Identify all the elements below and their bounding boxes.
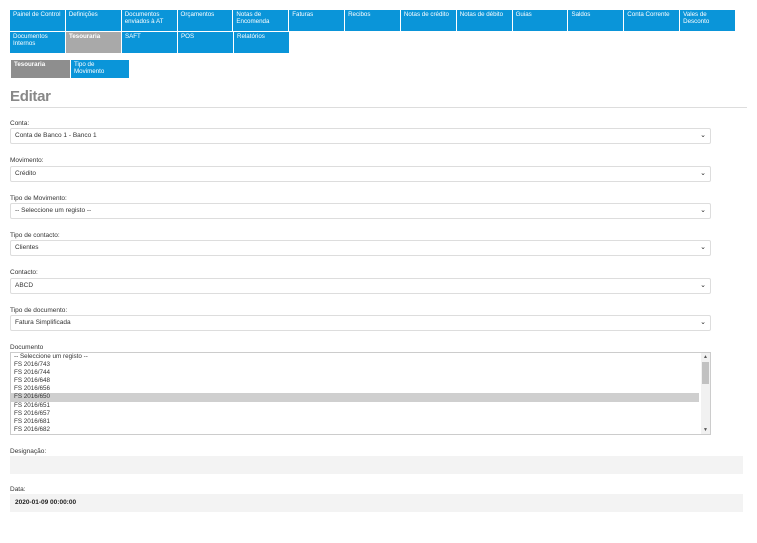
documento-option[interactable]: FS 2016/656 [11,385,699,393]
nav-item-painel-de-control[interactable]: Painel de Control [10,10,65,31]
nav-item-saft[interactable]: SAFT [122,32,177,53]
data-field: 2020-01-09 00:00:00 [10,494,743,512]
tipo-documento-select[interactable]: Fatura Simplificada ⌄ [10,315,711,331]
tipo-movimento-value: -- Seleccione um registo -- [15,207,92,214]
contacto-select[interactable]: ABCD ⌄ [10,278,711,294]
tipo-contacto-select[interactable]: Clientes ⌄ [10,240,711,256]
tipo-movimento-select[interactable]: -- Seleccione um registo -- ⌄ [10,203,711,219]
designacao-field [10,456,743,474]
documento-option[interactable]: FS 2016/681 [11,418,699,426]
subnav-tipo-de-movimento[interactable]: Tipo de Movimento [71,60,129,78]
nav-item-documentos-enviados-at[interactable]: Documentos enviados à AT [121,10,177,31]
nav-item-pos[interactable]: POS [178,32,233,53]
nav-item-notas-de-encomenda[interactable]: Notas de Encomenda [233,10,289,31]
scroll-down-arrow-icon[interactable]: ▼ [701,426,710,434]
documento-option[interactable]: FS 2016/682 [11,426,699,434]
chevron-down-icon: ⌄ [700,282,706,289]
documento-option[interactable]: -- Seleccione um registo -- [11,353,699,361]
movimento-value: Crédito [15,170,36,177]
chevron-down-icon: ⌄ [700,132,706,139]
main-navigation: Painel de Control Definições Documentos en… [10,10,736,54]
nav-item-or-amentos[interactable]: Orçamentos [177,10,233,31]
nav-item-notas-de-d-bito[interactable]: Notas de débito [456,10,512,31]
nav-row-2: Documentos Internos Tesouraria SAFT POS Rela… [10,32,736,54]
documento-option[interactable]: FS 2016/657 [11,410,699,418]
documento-option[interactable]: FS 2016/743 [11,361,699,369]
sub-navigation: Tesouraria Tipo de Movimento [11,60,129,78]
listbox-scrollbar[interactable]: ▲ ▼ [701,353,710,434]
movimento-label: Movimento: [10,157,44,164]
nav-item-vales-de-desconto[interactable]: Vales de Desconto [680,10,735,31]
contacto-label: Contacto: [10,269,38,276]
documento-listbox[interactable]: -- Seleccione um registo -- FS 2016/743 FS… [10,352,711,435]
nav-item-conta-corrente[interactable]: Conta Corrente [624,10,680,31]
nav-item-faturas[interactable]: Faturas [289,10,345,31]
contacto-value: ABCD [15,282,34,289]
tipo-documento-value: Fatura Simplificada [15,319,71,326]
scrollbar-thumb[interactable] [702,362,709,384]
nav-item-defini-es[interactable]: Definições [65,10,121,31]
conta-label: Conta: [10,120,30,127]
tipo-movimento-label: Tipo de Movimento: [10,195,67,202]
nav-item-recibos[interactable]: Recibos [345,10,400,31]
documento-option[interactable]: FS 2016/650 [11,393,699,402]
movimento-select[interactable]: Crédito ⌄ [10,166,711,182]
chevron-down-icon: ⌄ [700,244,706,251]
tipo-contacto-label: Tipo de contacto: [10,232,60,239]
documento-label: Documento [10,344,44,351]
chevron-down-icon: ⌄ [700,207,706,214]
chevron-down-icon: ⌄ [700,319,706,326]
title-divider [10,107,747,108]
conta-select[interactable]: Conta de Banco 1 - Banco 1 ⌄ [10,128,711,144]
conta-value: Conta de Banco 1 - Banco 1 [15,132,97,139]
tipo-contacto-value: Clientes [15,244,39,251]
nav-item-saldos[interactable]: Saldos [568,10,624,31]
designacao-label: Designação: [10,448,47,455]
data-label: Data: [10,486,26,493]
documento-option[interactable]: FS 2016/744 [11,369,699,377]
nav-item-notas-de-cr-dito[interactable]: Notas de crédito [400,10,456,31]
nav-item-documentos-internos[interactable]: Documentos Internos [10,32,65,53]
nav-row-1: Painel de Control Definições Documentos en… [10,10,736,32]
documento-option[interactable]: FS 2016/651 [11,402,699,410]
tipo-documento-label: Tipo de documento: [10,307,68,314]
subnav-tesouraria[interactable]: Tesouraria [11,60,70,78]
scroll-up-arrow-icon[interactable]: ▲ [701,353,710,361]
page-title: Editar [10,88,51,105]
documento-option[interactable]: FS 2016/648 [11,377,699,385]
nav-item-guias[interactable]: Guias [512,10,568,31]
nav-item-relat-rios[interactable]: Relatórios [234,32,289,53]
nav-item-tesouraria[interactable]: Tesouraria [66,32,121,53]
chevron-down-icon: ⌄ [700,170,706,177]
